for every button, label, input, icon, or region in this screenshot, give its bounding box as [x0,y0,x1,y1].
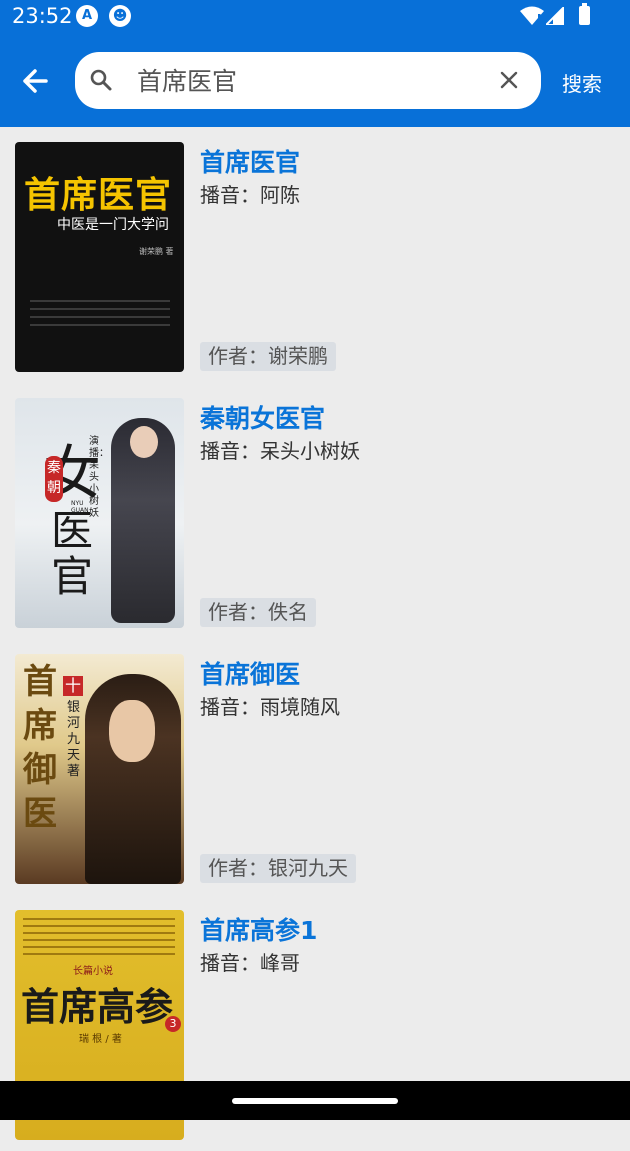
cover-face [130,426,158,458]
cover-face [109,700,155,762]
book-cover: 首席医官 中医是一门大学问 谢荣鹏 著 [15,142,184,372]
cover-credit: 演播：呆头小树妖 [89,436,109,519]
book-title: 秦朝女医官 [200,404,326,433]
book-narrator: 播音：峰哥 [200,951,300,975]
book-title: 首席高参1 [200,916,318,945]
cover-title: 首席御医 [23,662,57,834]
book-author-tag: 作者：佚名 [200,598,316,627]
home-gesture-handle[interactable] [232,1098,398,1104]
cover-title-2: 医官 [51,506,94,601]
list-item[interactable]: 首席医官 中医是一门大学问 谢荣鹏 著 首席医官 播音：阿陈 作者：谢荣鹏 [0,127,630,383]
cover-pinyin: NYU GUAN [71,500,89,514]
cover-subtitle: 中医是一门大学问 [57,217,169,233]
book-title: 首席医官 [200,148,301,177]
book-author-tag: 作者：谢荣鹏 [200,342,336,371]
list-item[interactable]: 首席御医 十 银河九天著 首席御医 播音：雨境随风 作者：银河九天 [0,639,630,895]
notification-app-icon: A [76,5,98,27]
book-author-tag: 作者：银河九天 [200,854,356,883]
cover-title: 首席医官 [24,175,173,216]
book-cover: 女 医官 秦朝 演播：呆头小树妖 NYU GUAN [15,398,184,628]
battery-icon [579,3,590,25]
book-narrator: 播音：阿陈 [200,183,300,207]
cover-text-lines [23,918,175,920]
cover-author: 银河九天著 [67,700,81,779]
cover-badge: 十 [63,676,83,696]
status-time: 23:52 [12,4,73,28]
cover-author: 谢荣鹏 著 [139,247,174,256]
book-narrator: 播音：呆头小树妖 [200,439,360,463]
wifi-icon [520,6,544,25]
search-box[interactable] [75,52,541,109]
notification-cat-icon: ☻ [109,5,131,27]
close-icon[interactable] [499,70,519,90]
back-arrow-icon[interactable] [16,62,54,100]
search-input[interactable] [137,62,477,98]
book-cover: 首席御医 十 银河九天著 [15,654,184,884]
cover-author: 瑞 根 / 著 [79,1034,122,1045]
cover-tag: 长篇小说 [73,966,113,977]
cover-title: 首席高参 [21,985,174,1029]
app-bar: 23:52 A ☻ 搜索 [0,0,630,127]
search-button[interactable]: 搜索 [562,68,602,97]
navigation-bar [0,1081,630,1120]
list-item[interactable]: 女 医官 秦朝 演播：呆头小树妖 NYU GUAN 秦朝女医官 播音：呆头小树妖… [0,383,630,639]
book-title: 首席御医 [200,660,301,689]
signal-icon [546,7,564,25]
cover-volume: 3 [165,1016,181,1032]
status-bar: 23:52 A ☻ [0,0,630,34]
book-narrator: 播音：雨境随风 [200,695,340,719]
cover-text-lines [30,300,170,302]
search-icon [90,69,112,91]
cover-badge: 秦朝 [45,456,63,502]
